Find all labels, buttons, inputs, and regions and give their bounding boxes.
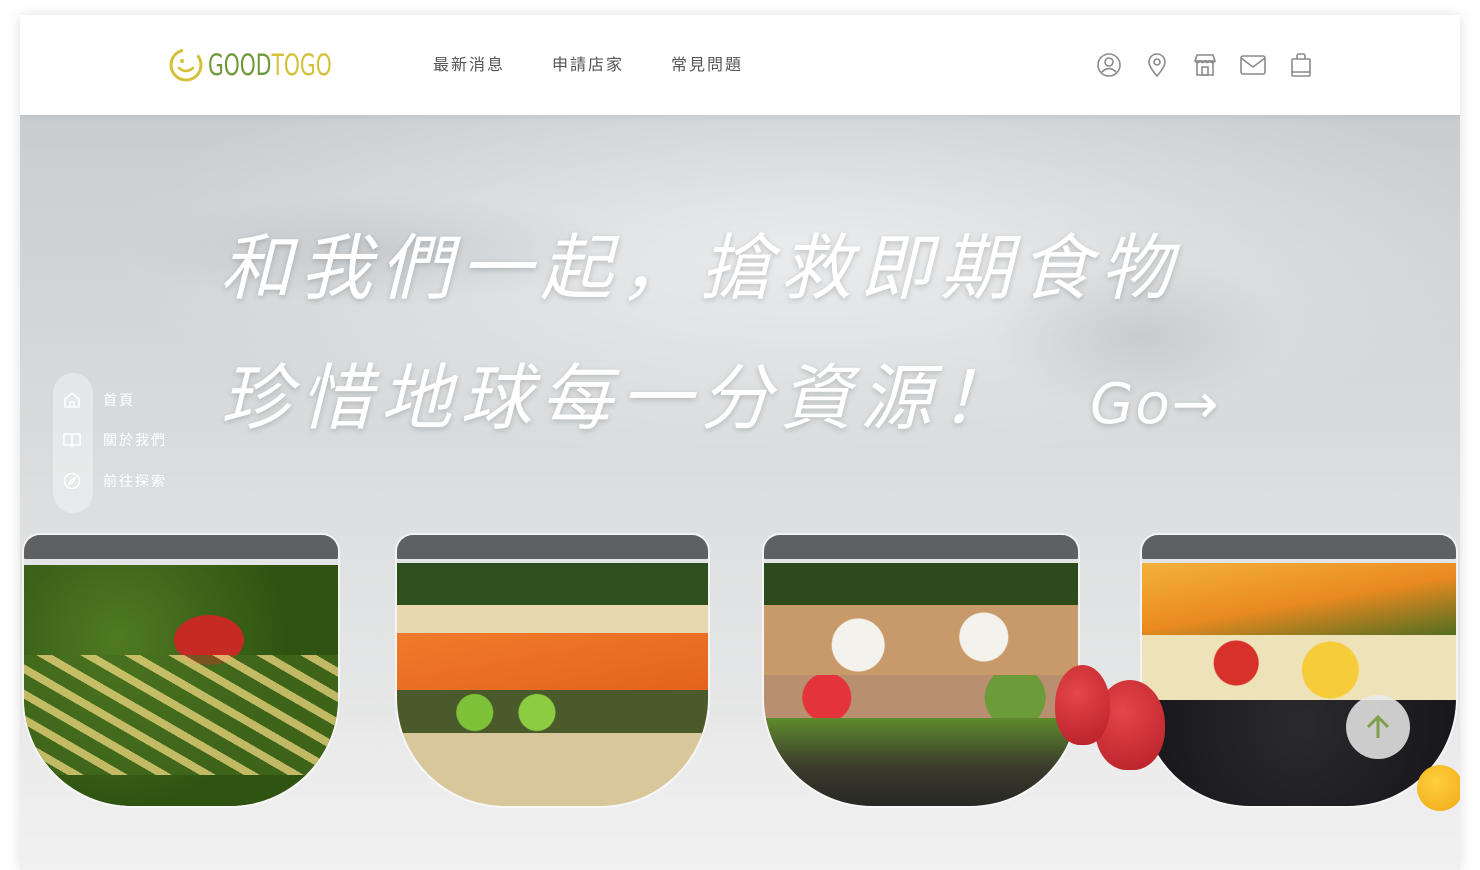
side-nav-label: 前往探索: [103, 474, 167, 490]
logo-text: GOODTOGO: [208, 48, 332, 82]
nav-faq[interactable]: 常見問題: [671, 53, 743, 77]
salad-bowl-image: [1140, 533, 1458, 808]
hero-headline: 和我們一起，搶救即期食物 珍惜地球每一分資源！ Go→: [220, 223, 1221, 450]
side-nav-label: 首頁: [103, 393, 135, 409]
site-header: GOODTOGO 最新消息 申請店家 常見問題: [20, 15, 1460, 115]
hero-banner: 和我們一起，搶救即期食物 珍惜地球每一分資源！ Go→ 首頁 關於我們 前往探索: [20, 115, 1460, 870]
side-nav-about[interactable]: 關於我們: [63, 430, 167, 450]
header-icons: [1094, 51, 1316, 79]
go-link[interactable]: Go→: [1090, 360, 1221, 450]
book-icon: [63, 433, 81, 448]
shopping-bag-icon[interactable]: [1286, 51, 1316, 79]
salad-bowl-image: [395, 533, 710, 808]
salad-bowl-image: [762, 533, 1080, 808]
arrow-up-icon: [1366, 714, 1390, 738]
back-to-top-button[interactable]: [1346, 695, 1410, 759]
store-icon[interactable]: [1190, 51, 1220, 79]
headline-line-1: 和我們一起，搶救即期食物: [220, 226, 1181, 310]
home-icon: [64, 392, 80, 408]
headline-line-2: 珍惜地球每一分資源！: [220, 356, 1021, 440]
mail-icon[interactable]: [1238, 51, 1268, 79]
salad-bowl-image: [22, 533, 340, 808]
page-frame: GOODTOGO 最新消息 申請店家 常見問題 和我們一起，搶救即期食物 珍惜地…: [20, 15, 1460, 870]
logo[interactable]: GOODTOGO: [168, 47, 367, 83]
location-icon[interactable]: [1142, 51, 1172, 79]
logo-text-good: GOOD: [208, 48, 272, 82]
main-nav: 最新消息 申請店家 常見問題: [433, 53, 790, 77]
nav-news[interactable]: 最新消息: [433, 53, 505, 77]
compass-icon: [63, 472, 81, 490]
smile-logo-icon: [169, 48, 203, 82]
side-nav-explore[interactable]: 前往探索: [63, 471, 167, 491]
nav-apply-store[interactable]: 申請店家: [552, 53, 624, 77]
side-nav-home[interactable]: 首頁: [63, 390, 135, 410]
logo-text-togo: TOGO: [271, 48, 332, 82]
side-nav-label: 關於我們: [103, 433, 167, 449]
user-icon[interactable]: [1094, 51, 1124, 79]
